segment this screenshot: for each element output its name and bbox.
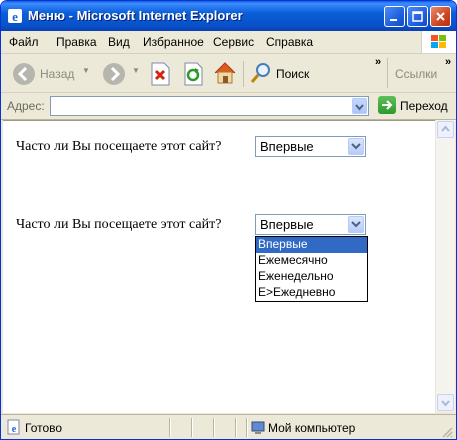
vertical-scrollbar[interactable] bbox=[435, 120, 455, 412]
menu-bar: Файл Правка Вид Избранное Сервис Справка bbox=[1, 31, 456, 54]
menu-view[interactable]: Вид bbox=[108, 35, 130, 49]
menu-edit[interactable]: Правка bbox=[56, 35, 97, 49]
scroll-down-button[interactable] bbox=[437, 394, 454, 411]
maximize-button[interactable] bbox=[407, 6, 428, 27]
svg-text:e: e bbox=[12, 424, 17, 435]
minimize-button[interactable] bbox=[384, 6, 405, 27]
status-divider bbox=[235, 418, 237, 437]
address-input[interactable] bbox=[50, 96, 369, 116]
option-weekly[interactable]: Еженедельно bbox=[256, 269, 367, 285]
status-divider bbox=[169, 418, 171, 437]
status-divider bbox=[213, 418, 215, 437]
stop-icon[interactable] bbox=[149, 62, 171, 86]
ie-window: e Меню - Microsoft Internet Explorer Фай… bbox=[0, 0, 457, 440]
select-1-dropdown-button[interactable] bbox=[348, 138, 364, 155]
forward-icon[interactable] bbox=[102, 62, 126, 86]
windows-flag-icon bbox=[431, 35, 446, 48]
window-title: Меню - Microsoft Internet Explorer bbox=[28, 8, 243, 23]
ie-logo-icon: e bbox=[8, 9, 22, 24]
status-divider bbox=[246, 418, 248, 437]
search-label[interactable]: Поиск bbox=[276, 67, 309, 81]
standard-toolbar: Назад ▼ ▼ Поиск » Ссылки » bbox=[1, 54, 456, 93]
close-button[interactable] bbox=[430, 6, 451, 27]
select-2-dropdown-button[interactable] bbox=[348, 216, 364, 233]
menu-help[interactable]: Справка bbox=[266, 35, 313, 49]
security-zone-label: Мой компьютер bbox=[268, 421, 356, 435]
go-button[interactable] bbox=[378, 96, 396, 114]
menu-tools[interactable]: Сервис bbox=[213, 35, 254, 49]
question-1: Часто ли Вы посещаете этот сайт? bbox=[16, 139, 222, 154]
windows-logo bbox=[421, 31, 456, 53]
back-label[interactable]: Назад bbox=[40, 67, 74, 81]
forward-dropdown-icon[interactable]: ▼ bbox=[132, 66, 140, 75]
search-icon[interactable] bbox=[249, 61, 273, 85]
page-done-icon: e bbox=[7, 419, 20, 435]
menu-favorites[interactable]: Избранное bbox=[143, 35, 204, 49]
close-icon bbox=[436, 12, 445, 21]
go-arrow-icon bbox=[382, 100, 393, 110]
go-label[interactable]: Переход bbox=[400, 99, 448, 113]
scroll-down-icon bbox=[441, 400, 450, 407]
select-2-options-list: Впервые Ежемесячно Еженедельно E>Ежеднев… bbox=[255, 236, 368, 302]
address-bar: Адрес: Переход bbox=[1, 93, 456, 120]
option-monthly[interactable]: Ежемесячно bbox=[256, 253, 367, 269]
chevron-down-icon bbox=[351, 221, 361, 228]
chevron-down-icon bbox=[351, 143, 361, 150]
status-text: Готово bbox=[25, 421, 63, 435]
option-first-time[interactable]: Впервые bbox=[256, 237, 367, 253]
address-label: Адрес: bbox=[7, 99, 45, 113]
home-icon[interactable] bbox=[212, 60, 238, 86]
back-dropdown-icon[interactable]: ▼ bbox=[82, 66, 90, 75]
select-2-value: Впервые bbox=[260, 217, 314, 232]
status-divider bbox=[191, 418, 193, 437]
my-computer-icon bbox=[251, 421, 265, 434]
minimize-icon bbox=[390, 19, 397, 21]
page-content: Часто ли Вы посещаете этот сайт? Впервые… bbox=[3, 120, 435, 413]
question-2: Часто ли Вы посещаете этот сайт? bbox=[16, 217, 222, 232]
toolbar-chevron-icon[interactable]: » bbox=[375, 56, 381, 68]
chevron-down-icon bbox=[355, 104, 364, 111]
links-chevron-icon[interactable]: » bbox=[445, 56, 451, 68]
resize-grip-icon[interactable] bbox=[441, 426, 453, 438]
menu-file[interactable]: Файл bbox=[9, 35, 39, 49]
refresh-icon[interactable] bbox=[182, 62, 204, 86]
select-1-value: Впервые bbox=[260, 139, 314, 154]
back-icon[interactable] bbox=[12, 62, 36, 86]
svg-text:e: e bbox=[12, 9, 18, 24]
scroll-up-icon bbox=[441, 125, 450, 132]
maximize-icon bbox=[412, 11, 423, 22]
links-label[interactable]: Ссылки bbox=[395, 67, 437, 81]
status-bar: e Готово Мой компьютер bbox=[1, 414, 456, 439]
scroll-up-button[interactable] bbox=[437, 121, 454, 138]
visit-frequency-select-1[interactable]: Впервые bbox=[255, 136, 366, 157]
option-daily[interactable]: E>Ежедневно bbox=[256, 285, 367, 301]
address-dropdown-button[interactable] bbox=[352, 98, 367, 114]
visit-frequency-select-2[interactable]: Впервые bbox=[255, 214, 366, 235]
title-bar[interactable]: e Меню - Microsoft Internet Explorer bbox=[1, 1, 456, 31]
